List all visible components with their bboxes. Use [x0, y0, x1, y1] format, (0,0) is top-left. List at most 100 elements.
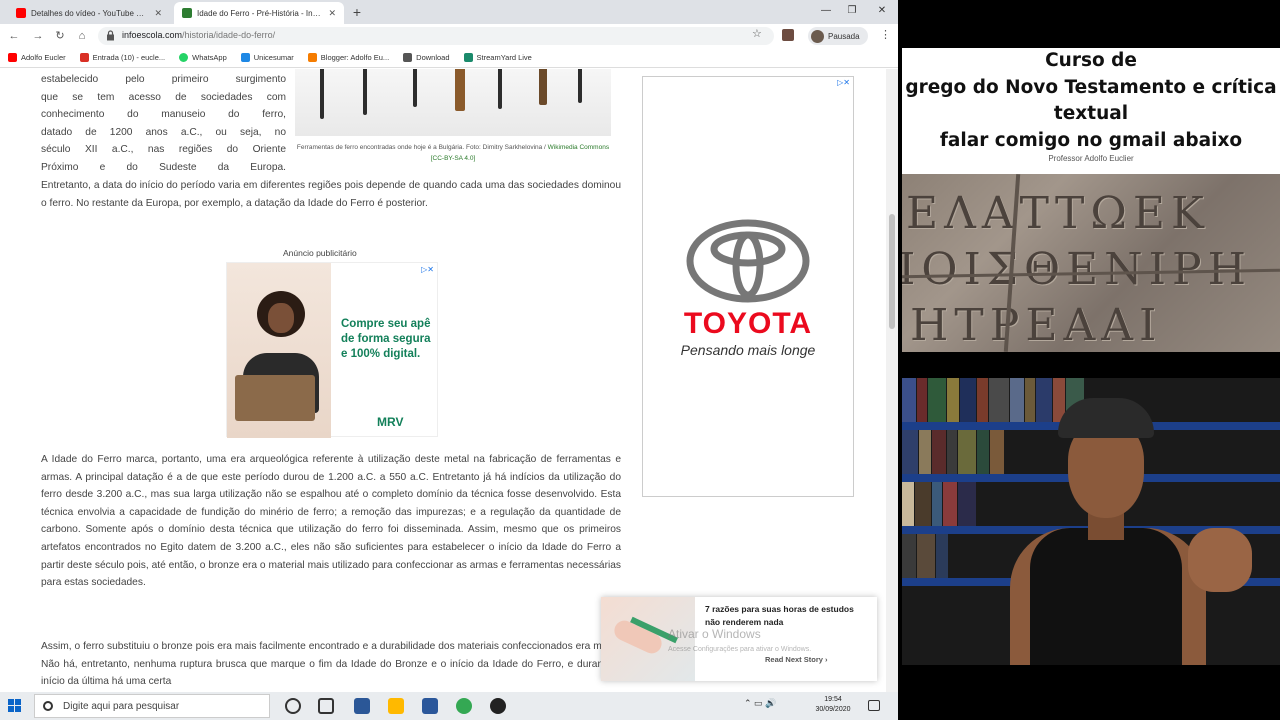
browser-window: Detalhes do vídeo - YouTube Studio ✕ Ida… [0, 0, 898, 692]
read-next-link[interactable]: Read Next Story › [765, 655, 828, 664]
ad-label: Anúncio publicitário [283, 248, 357, 258]
bookmark-item[interactable]: Unicesumar [240, 53, 294, 62]
download-icon [403, 53, 413, 62]
caption-link[interactable]: Wikimedia Commons [548, 144, 609, 151]
title-line: Curso de [1045, 50, 1137, 71]
tab-label: Detalhes do vídeo - YouTube Studio [31, 8, 149, 18]
infoescola-favicon-icon [182, 8, 192, 18]
image-caption: Ferramentas de ferro encontradas onde ho… [296, 144, 610, 162]
tab-label: Idade do Ferro - Pré-História - InfoEsco… [197, 8, 322, 18]
greek-inscription-image: ΕΛΑΤΤΩΕΚ ΙΟΙΣΘΕΝΙΡΗ ΗΤΡΕΑΑΙ [902, 174, 1280, 352]
text-line: século XII a.C., nas regiões do Oriente [41, 144, 286, 156]
text-line: que se tem acesso de sociedades com [41, 91, 286, 103]
url-text: infoescola.com/historia/idade-do-ferro/ [122, 30, 276, 40]
presenter-cap [1058, 398, 1154, 438]
bookmark-item[interactable]: Adolfo Eucler [8, 53, 66, 62]
forward-arrow-icon[interactable]: → [30, 28, 46, 44]
file-explorer-icon[interactable] [388, 698, 404, 714]
profile-button[interactable]: Pausada [808, 27, 868, 45]
windows-taskbar: Digite aqui para pesquisar ⌃ ▭ 🔊 19:54 3… [0, 692, 898, 720]
title-line: grego do Novo Testamento e crítica [905, 76, 1277, 98]
screen: Detalhes do vídeo - YouTube Studio ✕ Ida… [0, 0, 1280, 720]
bookmark-item[interactable]: WhatsApp [179, 53, 227, 62]
bookmarks-bar: Adolfo Eucler Entrada (10) - eucle... Wh… [0, 48, 898, 68]
bookmark-star-icon[interactable]: ☆ [752, 27, 762, 40]
cortana-icon[interactable] [285, 698, 301, 714]
word-icon[interactable] [422, 698, 438, 714]
clock-date: 30/09/2020 [815, 706, 851, 713]
ad-close-icon[interactable]: ▷✕ [837, 78, 850, 87]
mrv-logo: MRV [377, 415, 404, 429]
lock-icon [107, 30, 114, 41]
article-paragraph: Assim, o ferro substituiu o bronze pois … [41, 641, 621, 688]
notification-center-icon[interactable] [868, 700, 880, 711]
scrollbar-thumb[interactable] [889, 214, 895, 329]
taskbar-search[interactable]: Digite aqui para pesquisar [34, 694, 270, 718]
text-line: conhecimento do manuseio do ferro, [41, 109, 286, 121]
page-content: estabelecido pelo primeiro surgimento qu… [0, 69, 886, 692]
bookmark-item[interactable]: StreamYard Live [463, 53, 532, 62]
back-arrow-icon[interactable]: ← [6, 28, 22, 44]
toyota-logo: TOYOTA [683, 307, 813, 340]
chrome-icon[interactable] [456, 698, 472, 714]
system-tray-icons[interactable]: ⌃ ▭ 🔊 [744, 698, 776, 709]
new-tab-icon[interactable]: + [349, 3, 365, 21]
obs-icon[interactable] [490, 698, 506, 714]
search-icon [43, 701, 53, 711]
home-icon[interactable]: ⌂ [74, 28, 90, 44]
page-scrollbar[interactable] [886, 69, 898, 692]
inscription-line: ΗΤΡΕΑΑΙ [910, 300, 1163, 351]
article-paragraph: A Idade do Ferro marca, portanto, uma er… [41, 454, 621, 589]
windows-activation-watermark: Ativar o Windows [668, 627, 761, 641]
menu-kebab-icon[interactable]: ⋮ [880, 28, 891, 41]
windows-start-icon[interactable] [8, 699, 22, 713]
iron-tools-image [295, 69, 611, 136]
text-line: datado de 1200 anos a.C., ou seja, no [41, 126, 286, 138]
minimize-icon[interactable]: — [814, 3, 838, 19]
course-title-card: Curso de grego do Novo Testamento e crít… [902, 48, 1280, 174]
article-paragraph: Entretanto, a data do início do período … [41, 180, 621, 209]
restore-icon[interactable]: ❐ [840, 3, 864, 19]
bookmark-item[interactable]: Entrada (10) - eucle... [79, 53, 165, 62]
youtube-icon [8, 53, 17, 62]
author-credit: Professor Adolfo Euclier [1048, 154, 1134, 163]
task-view-icon[interactable] [318, 698, 334, 714]
toyota-emblem-icon [686, 219, 810, 303]
webcam-feed [902, 378, 1280, 665]
close-tab-icon[interactable]: ✕ [154, 8, 162, 19]
gmail-icon [79, 53, 89, 62]
address-bar[interactable]: infoescola.com/historia/idade-do-ferro/ [98, 27, 774, 45]
bookmark-item[interactable]: Blogger: Adolfo Eu... [307, 53, 389, 62]
whatsapp-icon [179, 53, 189, 62]
mrv-ad[interactable]: Compre seu apê de forma segura e 100% di… [226, 262, 438, 438]
bookmark-item[interactable]: Download [403, 53, 450, 62]
ad-text: Compre seu apê de forma segura e 100% di… [341, 318, 431, 360]
ad-close-icon[interactable]: ▷✕ [421, 265, 434, 274]
story-title: 7 razões para suas horas de estudos não … [705, 604, 854, 627]
blogger-icon [307, 53, 317, 62]
inscription-line: ΕΛΑΤΤΩΕΚ [906, 188, 1210, 239]
search-placeholder: Digite aqui para pesquisar [63, 700, 180, 712]
tab-infoescola[interactable]: Idade do Ferro - Pré-História - InfoEsco… [174, 2, 344, 24]
browser-toolbar: ← → ↻ ⌂ infoescola.com/historia/idade-do… [0, 24, 898, 48]
windows-activation-note: Acesse Configurações para ativar o Windo… [668, 646, 812, 653]
title-line: textual [1053, 103, 1129, 124]
toyota-ad[interactable]: TOYOTA Pensando mais longe ▷✕ [642, 76, 854, 497]
presenter-shirt [1030, 528, 1182, 665]
tab-youtube-studio[interactable]: Detalhes do vídeo - YouTube Studio ✕ [8, 2, 170, 24]
profile-label: Pausada [828, 31, 860, 41]
camera-app-icon[interactable] [354, 698, 370, 714]
text-line: Próximo e do Sudeste da Europa. [41, 161, 286, 173]
unicesumar-icon [240, 53, 250, 62]
close-tab-icon[interactable]: ✕ [328, 8, 336, 19]
close-window-icon[interactable]: ✕ [870, 3, 894, 19]
reload-icon[interactable]: ↻ [52, 28, 68, 44]
license-link[interactable]: [CC-BY-SA 4.0] [431, 155, 476, 162]
clock-time: 19:54 [824, 696, 842, 703]
toyota-slogan: Pensando mais longe [680, 342, 816, 358]
ad-photo [227, 263, 331, 438]
extension-icon[interactable] [782, 29, 794, 41]
stream-overlay: Curso de grego do Novo Testamento e crít… [898, 0, 1280, 720]
youtube-favicon-icon [16, 8, 26, 18]
taskbar-clock[interactable]: 19:54 30/09/2020 [810, 695, 856, 715]
